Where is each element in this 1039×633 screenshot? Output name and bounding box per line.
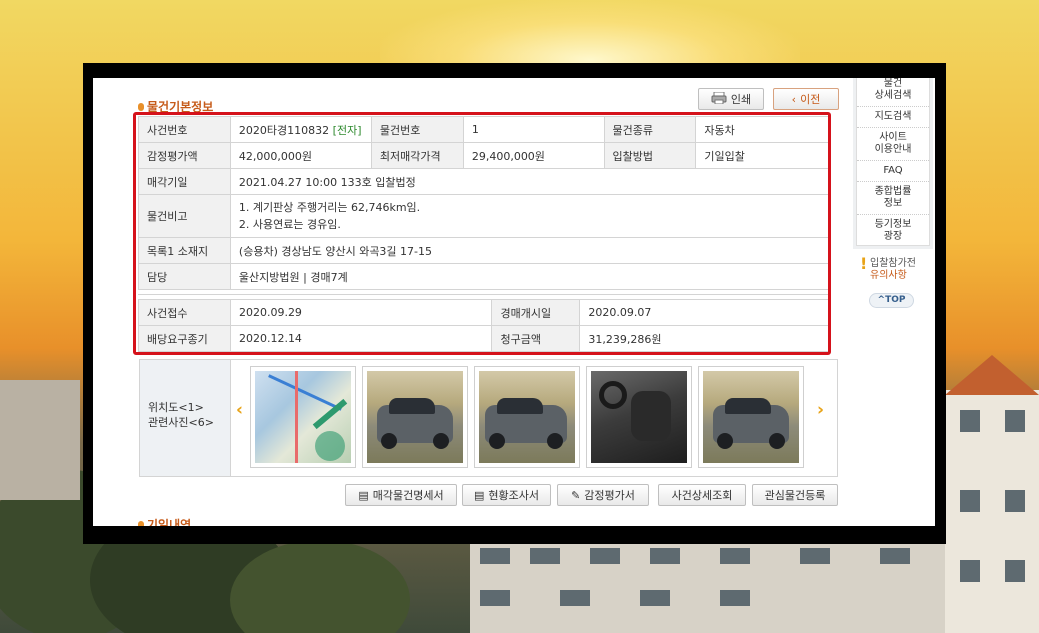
sale-date-value: 2021.04.27 10:00 133호 입찰법정	[229, 168, 831, 195]
table-row: 목록1 소재지 (승용차) 경상남도 양산시 와곡3길 17-15	[138, 237, 831, 264]
item-type-label: 물건종류	[603, 116, 697, 143]
exclamation-icon: !	[860, 254, 868, 273]
edit-icon: ✎	[571, 488, 581, 502]
side-item-legal-info[interactable]: 종합법률 정보	[857, 182, 929, 215]
charge-label: 담당	[138, 263, 231, 290]
status-report-button[interactable]: ▤ 현황조사서	[462, 484, 551, 506]
dividend-label: 배당요구종기	[138, 325, 231, 352]
caret-up-icon: ^	[877, 295, 886, 305]
table-row: 담당 울산지방법원 | 경매7계	[138, 263, 831, 290]
case-tag: [전자]	[332, 123, 362, 137]
min-price-value: 29,400,000원	[462, 142, 605, 169]
table-row: 사건접수 2020.09.29 경매개시일 2020.09.07	[138, 299, 830, 326]
appraisal-value: 42,000,000원	[229, 142, 372, 169]
car-photo	[367, 371, 463, 463]
side-item-registry[interactable]: 등기정보 광장	[857, 215, 929, 247]
side-item-faq[interactable]: FAQ	[857, 161, 929, 182]
location-map-count: 위치도<1>	[148, 401, 204, 414]
chevron-right-icon[interactable]: ›	[817, 400, 824, 420]
table-row: 매각기일 2021.04.27 10:00 133호 입찰법정	[138, 168, 831, 195]
item-number-label: 물건번호	[370, 116, 464, 143]
appraisal-report-button[interactable]: ✎ 감정평가서	[557, 484, 649, 506]
appraisal-label: 감정평가액	[138, 142, 231, 169]
side-menu: 물건 상세검색 지도검색 사이트 이용안내 FAQ 종합법률 정보 등기정보 광…	[856, 78, 930, 246]
document-icon: ▤	[473, 488, 485, 502]
bullet-icon	[138, 103, 144, 111]
thumbnail-photo[interactable]	[362, 366, 468, 468]
photo-label: 위치도<1> 관련사진<6>	[140, 360, 231, 476]
printer-icon	[711, 91, 727, 107]
table-row: 감정평가액 42,000,000원 최저매각가격 29,400,000원 입찰방…	[138, 142, 830, 169]
interior-photo	[591, 371, 687, 463]
item-type: 자동차	[695, 116, 830, 143]
photo-gallery: 위치도<1> 관련사진<6> ‹ ›	[139, 359, 838, 477]
sale-spec-button[interactable]: ▤ 매각물건명세서	[345, 484, 457, 506]
side-item-detail-search[interactable]: 물건 상세검색	[857, 78, 929, 107]
bid-method-value: 기일입찰	[695, 142, 830, 169]
charge-value: 울산지방법원 | 경매7계	[229, 263, 831, 290]
receipt-label: 사건접수	[138, 299, 231, 326]
claim-value: 31,239,286원	[579, 325, 830, 352]
watch-item-button[interactable]: 관심물건등록	[752, 484, 838, 506]
claim-label: 청구금액	[491, 325, 581, 352]
case-detail-button[interactable]: 사건상세조회	[658, 484, 746, 506]
dividend-value: 2020.12.14	[229, 325, 493, 352]
prev-button[interactable]: ‹ 이전	[773, 88, 839, 110]
chevron-left-icon: ‹	[791, 92, 797, 106]
sale-date-label: 매각기일	[138, 168, 231, 195]
auction-start-value: 2020.09.07	[579, 299, 830, 326]
case-info-table: 사건접수 2020.09.29 경매개시일 2020.09.07 배당요구종기 …	[138, 299, 830, 352]
print-button[interactable]: 인쇄	[698, 88, 764, 110]
top-button[interactable]: ^TOP	[869, 293, 914, 308]
case-number-cell: 2020타경110832 [전자]	[229, 116, 372, 143]
basic-info-table: 사건번호 2020타경110832 [전자] 물건번호 1 물건종류 자동차 감…	[138, 116, 831, 290]
related-photo-count: 관련사진<6>	[148, 416, 214, 429]
table-divider	[138, 294, 830, 298]
item-number: 1	[462, 116, 605, 143]
thumbnail-photo[interactable]	[586, 366, 692, 468]
table-row: 물건비고 1. 계기판상 주행거리는 62,746km임. 2. 사용연료는 경…	[138, 194, 831, 238]
table-row: 배당요구종기 2020.12.14 청구금액 31,239,286원	[138, 325, 830, 352]
thumbnail-photo[interactable]	[698, 366, 804, 468]
remarks-value: 1. 계기판상 주행거리는 62,746km임. 2. 사용연료는 경유임.	[229, 194, 831, 238]
table-row: 사건번호 2020타경110832 [전자] 물건번호 1 물건종류 자동차	[138, 116, 830, 143]
location-value: (승용차) 경상남도 양산시 와곡3길 17-15	[229, 237, 831, 264]
receipt-value: 2020.09.29	[229, 299, 493, 326]
bid-method-label: 입찰방법	[603, 142, 697, 169]
thumbnail-photo[interactable]	[474, 366, 580, 468]
remarks-line: 1. 계기판상 주행거리는 62,746km임.	[238, 201, 421, 214]
bullet-icon	[138, 521, 144, 526]
side-item-site-guide[interactable]: 사이트 이용안내	[857, 128, 929, 161]
bid-notice-link[interactable]: ! 입찰참가전 유의사항	[856, 254, 930, 282]
case-number: 2020타경110832	[238, 123, 330, 137]
remarks-label: 물건비고	[138, 194, 231, 238]
section-title-date-history: 기일내역	[138, 516, 191, 526]
remarks-line: 2. 사용연료는 경유임.	[238, 218, 341, 231]
case-number-label: 사건번호	[138, 116, 231, 143]
auction-start-label: 경매개시일	[491, 299, 581, 326]
location-map-image	[255, 371, 351, 463]
location-label: 목록1 소재지	[138, 237, 231, 264]
car-photo	[479, 371, 575, 463]
side-item-map-search[interactable]: 지도검색	[857, 107, 929, 128]
document-icon: ▤	[358, 488, 369, 502]
chevron-left-icon[interactable]: ‹	[236, 400, 243, 420]
thumbnail-map[interactable]	[250, 366, 356, 468]
section-title-basic-info: 물건기본정보	[138, 98, 213, 115]
min-price-label: 최저매각가격	[370, 142, 464, 169]
car-photo	[703, 371, 799, 463]
auction-detail-panel: 물건기본정보 인쇄 ‹ 이전 사건번호 2020타경110832 [전자] 물건…	[93, 78, 935, 526]
